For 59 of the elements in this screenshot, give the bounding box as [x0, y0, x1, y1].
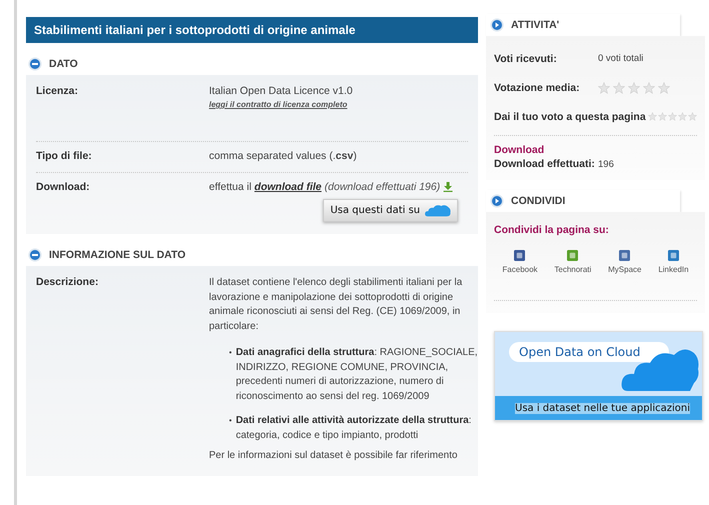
- field-value: comma separated values (.csv): [209, 150, 357, 162]
- description-bullet: Dati anagrafici della struttura: RAGIONE_SOCIALE, INDIRIZZO, REGIONE COMUNE, PROVINCIA, precedenti numeri di autorizzazione, numero di riconoscimento ao sensi del reg. 1069/2009: [236, 346, 479, 404]
- downloads-label: Download effettuati:: [494, 158, 596, 170]
- star-icon: [668, 112, 677, 121]
- share-link[interactable]: Facebook: [502, 265, 538, 274]
- bullet-marker: •: [229, 347, 232, 359]
- cloud-icon: [425, 204, 451, 217]
- page-title: Stabilimenti italiani per i sottoprodotti di origine animale: [26, 17, 478, 43]
- votes-value: 0 voti totali: [598, 53, 644, 64]
- download-heading: Download: [494, 144, 546, 156]
- votes-label: Voti ricevuti:: [494, 52, 558, 64]
- bullet-marker: •: [229, 415, 232, 427]
- share-icon[interactable]: [619, 250, 630, 261]
- collapse-icon[interactable]: [28, 57, 42, 71]
- collapse-icon[interactable]: [28, 248, 42, 262]
- download-prefix: effettua il: [209, 181, 252, 193]
- star-icon: [678, 112, 687, 121]
- star-rating[interactable]: [648, 112, 697, 121]
- license-link[interactable]: leggi il contratto di licenza completo: [209, 100, 348, 109]
- share-link[interactable]: MySpace: [608, 265, 642, 274]
- banner-title: Open Data on Cloud: [509, 342, 669, 362]
- download-link[interactable]: download file: [254, 181, 322, 193]
- share-icon[interactable]: [668, 250, 679, 261]
- vote-label: Dai il tuo voto a questa pagina: [494, 110, 647, 122]
- box-heading: CONDIVIDI: [511, 195, 566, 207]
- share-link[interactable]: Technorati: [554, 265, 592, 274]
- description-text: Per le informazioni sul dataset è possibile far riferimento: [209, 449, 458, 463]
- star-icon: [613, 82, 625, 94]
- field-label: Licenza:: [36, 85, 80, 99]
- download-icon[interactable]: [443, 182, 454, 192]
- arrow-icon[interactable]: [490, 194, 504, 208]
- banner-caption: Usa i dataset nelle tue applicazioni: [515, 403, 690, 414]
- star-rating[interactable]: [598, 82, 670, 94]
- star-icon: [643, 82, 655, 94]
- description-bullet: Dati relativi alle attività autorizzate della struttura: categoria, codice e tipo impianto, prodotti: [236, 414, 472, 442]
- average-label: Votazione media:: [494, 82, 581, 94]
- star-icon: [688, 112, 697, 121]
- star-icon: [598, 82, 610, 94]
- box-heading: ATTIVITA': [511, 19, 560, 31]
- share-icon[interactable]: [567, 250, 578, 261]
- star-icon: [648, 112, 657, 121]
- section-heading: INFORMAZIONE SUL DATO: [49, 249, 186, 261]
- star-icon: [658, 82, 670, 94]
- field-label: Download:: [36, 181, 91, 195]
- field-value: Italian Open Data Licence v1.0: [209, 85, 353, 97]
- download-count: (download effettuati 196): [324, 181, 440, 193]
- star-icon: [658, 112, 667, 121]
- star-icon: [628, 82, 640, 94]
- section-heading: DATO: [49, 58, 78, 70]
- downloads-value: 196: [598, 158, 614, 170]
- share-prompt: Condividi la pagina su:: [494, 224, 610, 236]
- field-label: Descrizione:: [36, 276, 100, 290]
- field-label: Tipo di file:: [36, 150, 93, 162]
- use-data-button[interactable]: Usa questi dati su: [323, 199, 458, 222]
- arrow-icon[interactable]: [490, 18, 504, 32]
- share-link[interactable]: LinkedIn: [658, 265, 689, 274]
- description-text: Il dataset contiene l'elenco degli stabilimenti italiani per la lavorazione e manipolazione dei sottoprodotti di origine animale riconosciuti ai sensi del Reg. (CE) 1069/2009, in particolare:: [209, 276, 464, 334]
- share-icon[interactable]: [514, 250, 526, 261]
- cloud-banner[interactable]: Open Data on Cloud Usa i dataset nelle tue applicazioni: [494, 331, 703, 421]
